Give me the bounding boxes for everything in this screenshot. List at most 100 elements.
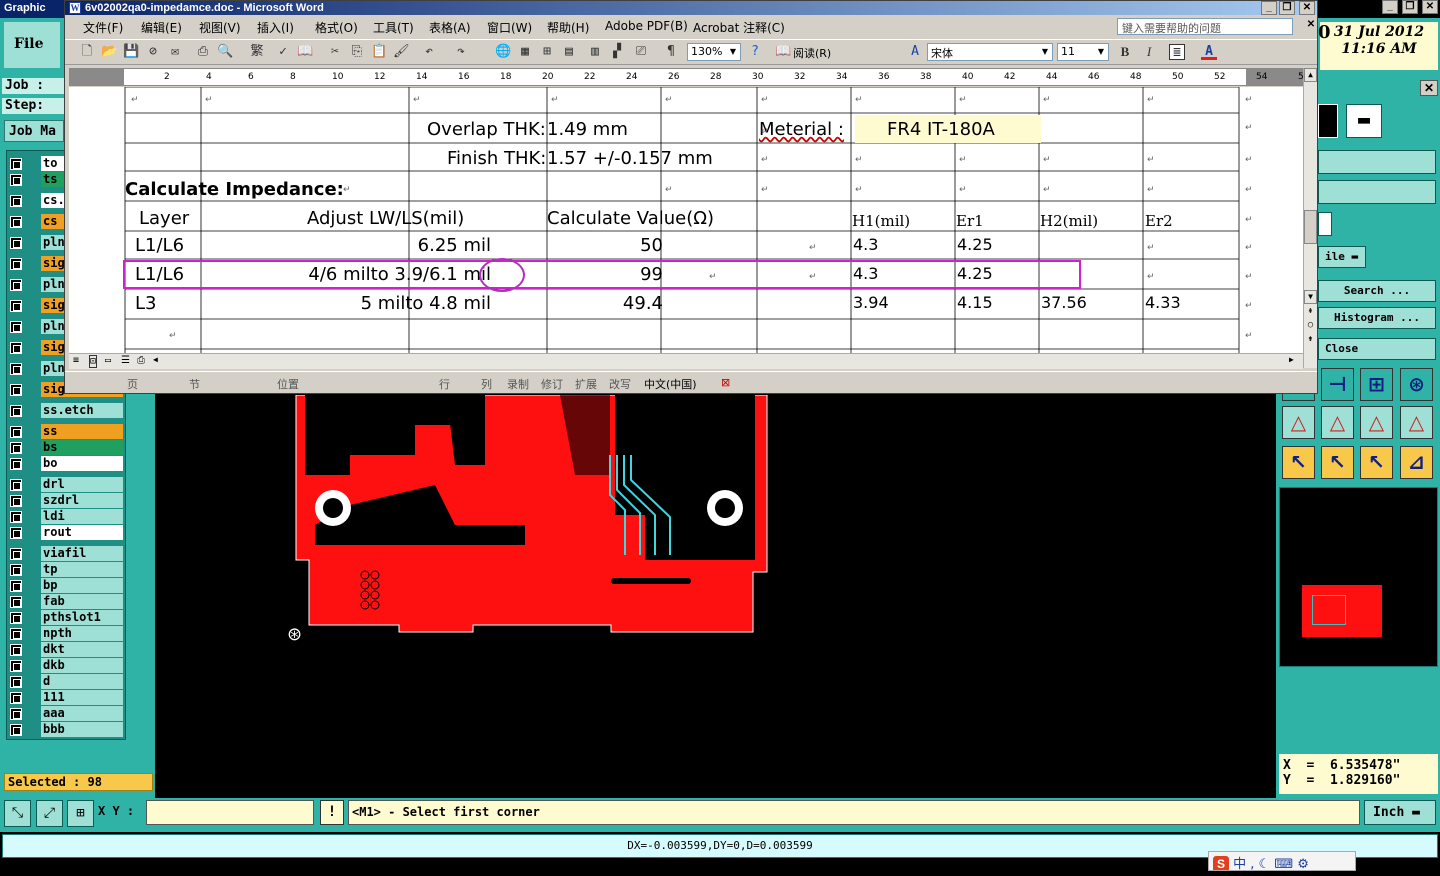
- layer-checkbox[interactable]: [10, 458, 22, 470]
- menu-item[interactable]: 表格(A): [429, 19, 471, 36]
- menu-item[interactable]: 格式(O): [315, 19, 358, 36]
- layer-row[interactable]: bp: [7, 578, 127, 594]
- layer-name[interactable]: d: [41, 674, 123, 689]
- layer-row[interactable]: dkt: [7, 642, 127, 658]
- xy-input[interactable]: [146, 800, 314, 825]
- font-color-icon[interactable]: A: [1201, 44, 1217, 60]
- minimize-icon[interactable]: _: [1261, 1, 1277, 15]
- layer-checkbox[interactable]: [10, 511, 22, 523]
- right-field-3[interactable]: [1318, 212, 1332, 236]
- view-reading-icon[interactable]: ⎙: [137, 355, 145, 366]
- layer-checkbox[interactable]: [10, 644, 22, 656]
- layer-name[interactable]: 111: [41, 690, 123, 705]
- layer-checkbox[interactable]: [10, 692, 22, 704]
- layer-checkbox[interactable]: [10, 258, 22, 270]
- layer-checkbox[interactable]: [10, 216, 22, 228]
- vertical-scrollbar[interactable]: ▲ ▼ ⇞ ○ ⇟: [1303, 68, 1317, 368]
- menu-item[interactable]: 帮助(H): [547, 19, 589, 36]
- view-web-icon[interactable]: ⊡: [89, 355, 98, 368]
- layer-row[interactable]: bo: [7, 456, 127, 472]
- pointer-icon[interactable]: ↖: [1282, 446, 1315, 479]
- layer-checkbox[interactable]: [10, 158, 22, 170]
- insert-table-icon[interactable]: ⊞: [539, 44, 555, 60]
- histogram-button[interactable]: Histogram ...: [1318, 307, 1436, 329]
- menu-item[interactable]: 工具(T): [373, 19, 414, 36]
- spelling-icon[interactable]: ✓: [275, 44, 291, 60]
- layer-row[interactable]: tp: [7, 562, 127, 578]
- layer-row[interactable]: drl: [7, 477, 127, 493]
- layer-name[interactable]: fab: [41, 594, 123, 609]
- word-title-bar[interactable]: 6v02002qa0-impedamce.doc - Microsoft Wor…: [65, 1, 1317, 15]
- bold-icon[interactable]: B: [1117, 44, 1133, 60]
- doc-map-icon[interactable]: ⎚: [633, 44, 649, 60]
- snap-icon[interactable]: ⊛: [1400, 368, 1433, 401]
- copy-icon[interactable]: ⎘: [349, 44, 365, 60]
- close-icon[interactable]: ✕: [1299, 1, 1315, 15]
- layer-checkbox[interactable]: [10, 300, 22, 312]
- close-button[interactable]: Close: [1318, 338, 1436, 360]
- word-app-icon[interactable]: W: [69, 2, 81, 14]
- scroll-down-icon[interactable]: ▼: [1304, 290, 1317, 304]
- layer-row[interactable]: bbb: [7, 722, 127, 738]
- layer-name[interactable]: aaa: [41, 706, 123, 721]
- layer-checkbox[interactable]: [10, 342, 22, 354]
- layer-name[interactable]: bbb: [41, 722, 123, 737]
- units-selector[interactable]: Inch ▬: [1364, 800, 1436, 825]
- next-page-icon[interactable]: ⇟: [1304, 334, 1317, 348]
- menu-item[interactable]: 窗口(W): [487, 19, 532, 36]
- layer-row[interactable]: aaa: [7, 706, 127, 722]
- layer-row[interactable]: dkb: [7, 658, 127, 674]
- print-preview-icon[interactable]: 🔍: [217, 44, 233, 60]
- layer-row[interactable]: 111: [7, 690, 127, 706]
- menu-item[interactable]: 插入(I): [257, 19, 294, 36]
- file-menu[interactable]: File: [4, 22, 60, 68]
- layer-checkbox[interactable]: [10, 495, 22, 507]
- layer-name[interactable]: dkb: [41, 658, 123, 673]
- pointer-icon[interactable]: ↖: [1360, 446, 1393, 479]
- grid-icon[interactable]: ⊞: [67, 800, 94, 827]
- layer-row[interactable]: ldi: [7, 509, 127, 525]
- layer-name[interactable]: npth: [41, 626, 123, 641]
- new-doc-icon[interactable]: 🗋: [79, 44, 95, 60]
- menu-item[interactable]: 编辑(E): [141, 19, 182, 36]
- layer-checkbox[interactable]: [10, 612, 22, 624]
- research-icon[interactable]: 📖: [297, 44, 313, 60]
- document-page[interactable]: Overlap THK: 1.49 mm Meterial : FR4 IT-1…: [69, 87, 1303, 353]
- file-button[interactable]: ile ▬: [1318, 246, 1366, 268]
- status-ovr[interactable]: 改写: [609, 376, 631, 392]
- word-window[interactable]: 6v02002qa0-impedamce.doc - Microsoft Wor…: [64, 0, 1318, 394]
- triangle-tool-icon[interactable]: △: [1282, 406, 1315, 439]
- menu-item[interactable]: 文件(F): [83, 19, 123, 36]
- layer-name[interactable]: ss: [41, 424, 123, 439]
- layer-checkbox[interactable]: [10, 195, 22, 207]
- layer-checkbox[interactable]: [10, 279, 22, 291]
- prev-page-icon[interactable]: ⇞: [1304, 306, 1317, 320]
- layer-checkbox[interactable]: [10, 237, 22, 249]
- layer-checkbox[interactable]: [10, 527, 22, 539]
- pointer-icon[interactable]: ↖: [1321, 446, 1354, 479]
- align-justify-icon[interactable]: ≣: [1169, 44, 1185, 60]
- layer-checkbox[interactable]: [10, 548, 22, 560]
- layer-name[interactable]: ss.etch: [41, 403, 123, 418]
- close-doc-icon[interactable]: ✕: [1303, 19, 1319, 33]
- layer-row[interactable]: bs: [7, 440, 127, 456]
- layer-checkbox[interactable]: [10, 426, 22, 438]
- layer-name[interactable]: rout: [41, 525, 123, 540]
- scroll-up-icon[interactable]: ▲: [1304, 68, 1317, 82]
- layer-name[interactable]: bp: [41, 578, 123, 593]
- styles-icon[interactable]: A: [907, 44, 923, 60]
- zoom-out-icon[interactable]: ⤢: [36, 800, 63, 827]
- layer-checkbox[interactable]: [10, 363, 22, 375]
- layer-checkbox[interactable]: [10, 708, 22, 720]
- view-print-icon[interactable]: ▭: [105, 355, 111, 366]
- layer-row[interactable]: d: [7, 674, 127, 690]
- menu-item[interactable]: Adobe PDF(B): [605, 19, 688, 33]
- read-button[interactable]: 阅读(R): [793, 45, 831, 61]
- layer-checkbox[interactable]: [10, 384, 22, 396]
- traditional-icon[interactable]: 繁: [249, 44, 265, 60]
- layer-name[interactable]: dkt: [41, 642, 123, 657]
- minimize-icon[interactable]: _: [1382, 0, 1398, 14]
- layer-row[interactable]: ss: [7, 424, 127, 440]
- paste-icon[interactable]: 📋: [371, 44, 387, 60]
- pcb-canvas[interactable]: ⊛: [155, 395, 1276, 798]
